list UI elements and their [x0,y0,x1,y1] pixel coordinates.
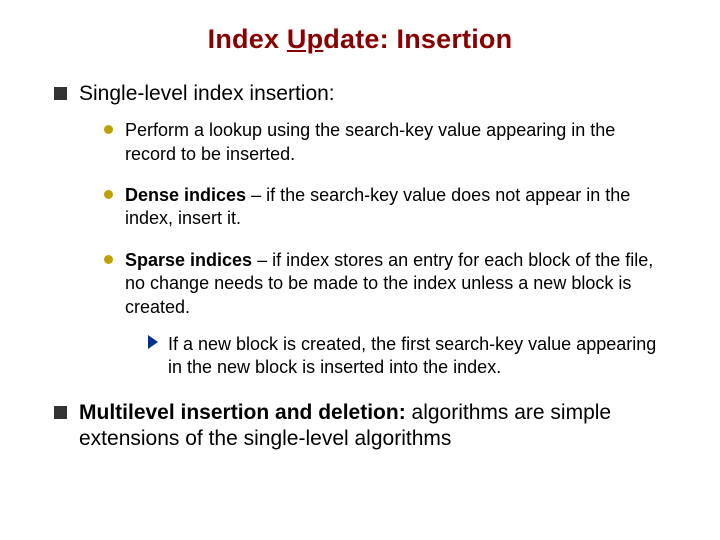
bullet-level2: Sparse indices – if index stores an entr… [104,249,684,319]
square-bullet-icon [54,87,67,100]
title-pre: Index [208,24,287,54]
level2-bold: Dense indices [125,185,246,205]
slide: Index Update: Insertion Single-level ind… [0,0,720,540]
bullet-level2: Perform a lookup using the search-key va… [104,119,684,166]
level2-text: Dense indices – if the search-key value … [125,184,664,231]
bullet-level2: Dense indices – if the search-key value … [104,184,684,231]
slide-title: Index Update: Insertion [36,24,684,55]
title-post: date: Insertion [323,24,512,54]
level1-text: Single-level index insertion: [79,81,335,107]
level1-text: Multilevel insertion and deletion: algor… [79,400,684,453]
bullet-level3: If a new block is created, the first sea… [148,333,684,380]
level2-bold: Sparse indices [125,250,252,270]
dot-bullet-icon [104,255,113,264]
square-bullet-icon [54,406,67,419]
level1-bold: Multilevel insertion and deletion: [79,401,406,424]
bullet-level1: Single-level index insertion: [54,81,684,107]
bullet-level1: Multilevel insertion and deletion: algor… [54,400,684,453]
arrow-bullet-icon [148,335,158,349]
level2-text: Perform a lookup using the search-key va… [125,119,664,166]
dot-bullet-icon [104,125,113,134]
level3-text: If a new block is created, the first sea… [168,333,666,380]
title-underlined: Up [287,24,323,54]
level2-text: Sparse indices – if index stores an entr… [125,249,664,319]
dot-bullet-icon [104,190,113,199]
